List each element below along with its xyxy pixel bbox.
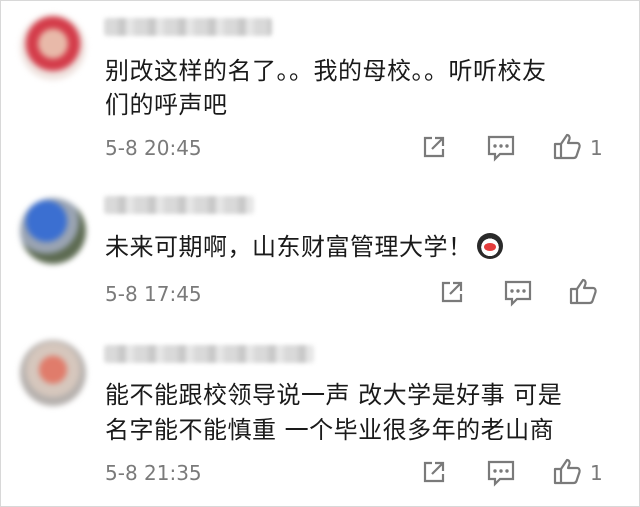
like-count: 1 xyxy=(590,136,603,160)
avatar[interactable] xyxy=(20,14,86,80)
comment-text: 未来可期啊，山东财富管理大学！ xyxy=(105,233,473,261)
comment-icon[interactable] xyxy=(486,459,516,487)
username-blurred[interactable] xyxy=(104,196,254,214)
like-count: 1 xyxy=(590,461,603,485)
username-blurred[interactable] xyxy=(104,345,314,363)
comment-icon[interactable] xyxy=(486,134,516,162)
avatar[interactable] xyxy=(20,198,86,264)
thumbs-up-icon[interactable] xyxy=(552,456,582,486)
share-icon[interactable] xyxy=(438,278,466,306)
share-icon[interactable] xyxy=(420,133,448,161)
comment-icon[interactable] xyxy=(503,279,533,307)
comment-text-line-2: 们的呼声吧 xyxy=(105,91,228,119)
comment-timestamp: 5-8 21:35 xyxy=(105,461,202,485)
comment-text-line-1: 能不能跟校领导说一声 改大学是好事 可是 xyxy=(105,381,563,409)
comment-text-line-1: 别改这样的名了。。我的母校。。听听校友 xyxy=(105,57,547,85)
panda-emoji-icon xyxy=(476,233,503,259)
username-blurred[interactable] xyxy=(104,18,272,36)
share-icon[interactable] xyxy=(420,458,448,486)
comment-timestamp: 5-8 17:45 xyxy=(105,282,202,306)
comment-timestamp: 5-8 20:45 xyxy=(105,136,202,160)
comment-text-line-1: 未来可期啊，山东财富管理大学！ xyxy=(105,230,503,264)
avatar[interactable] xyxy=(20,340,86,406)
thumbs-up-icon[interactable] xyxy=(568,276,598,306)
comment-text-line-2: 名字能不能慎重 一个毕业很多年的老山商 xyxy=(105,416,555,444)
thumbs-up-icon[interactable] xyxy=(552,131,582,161)
